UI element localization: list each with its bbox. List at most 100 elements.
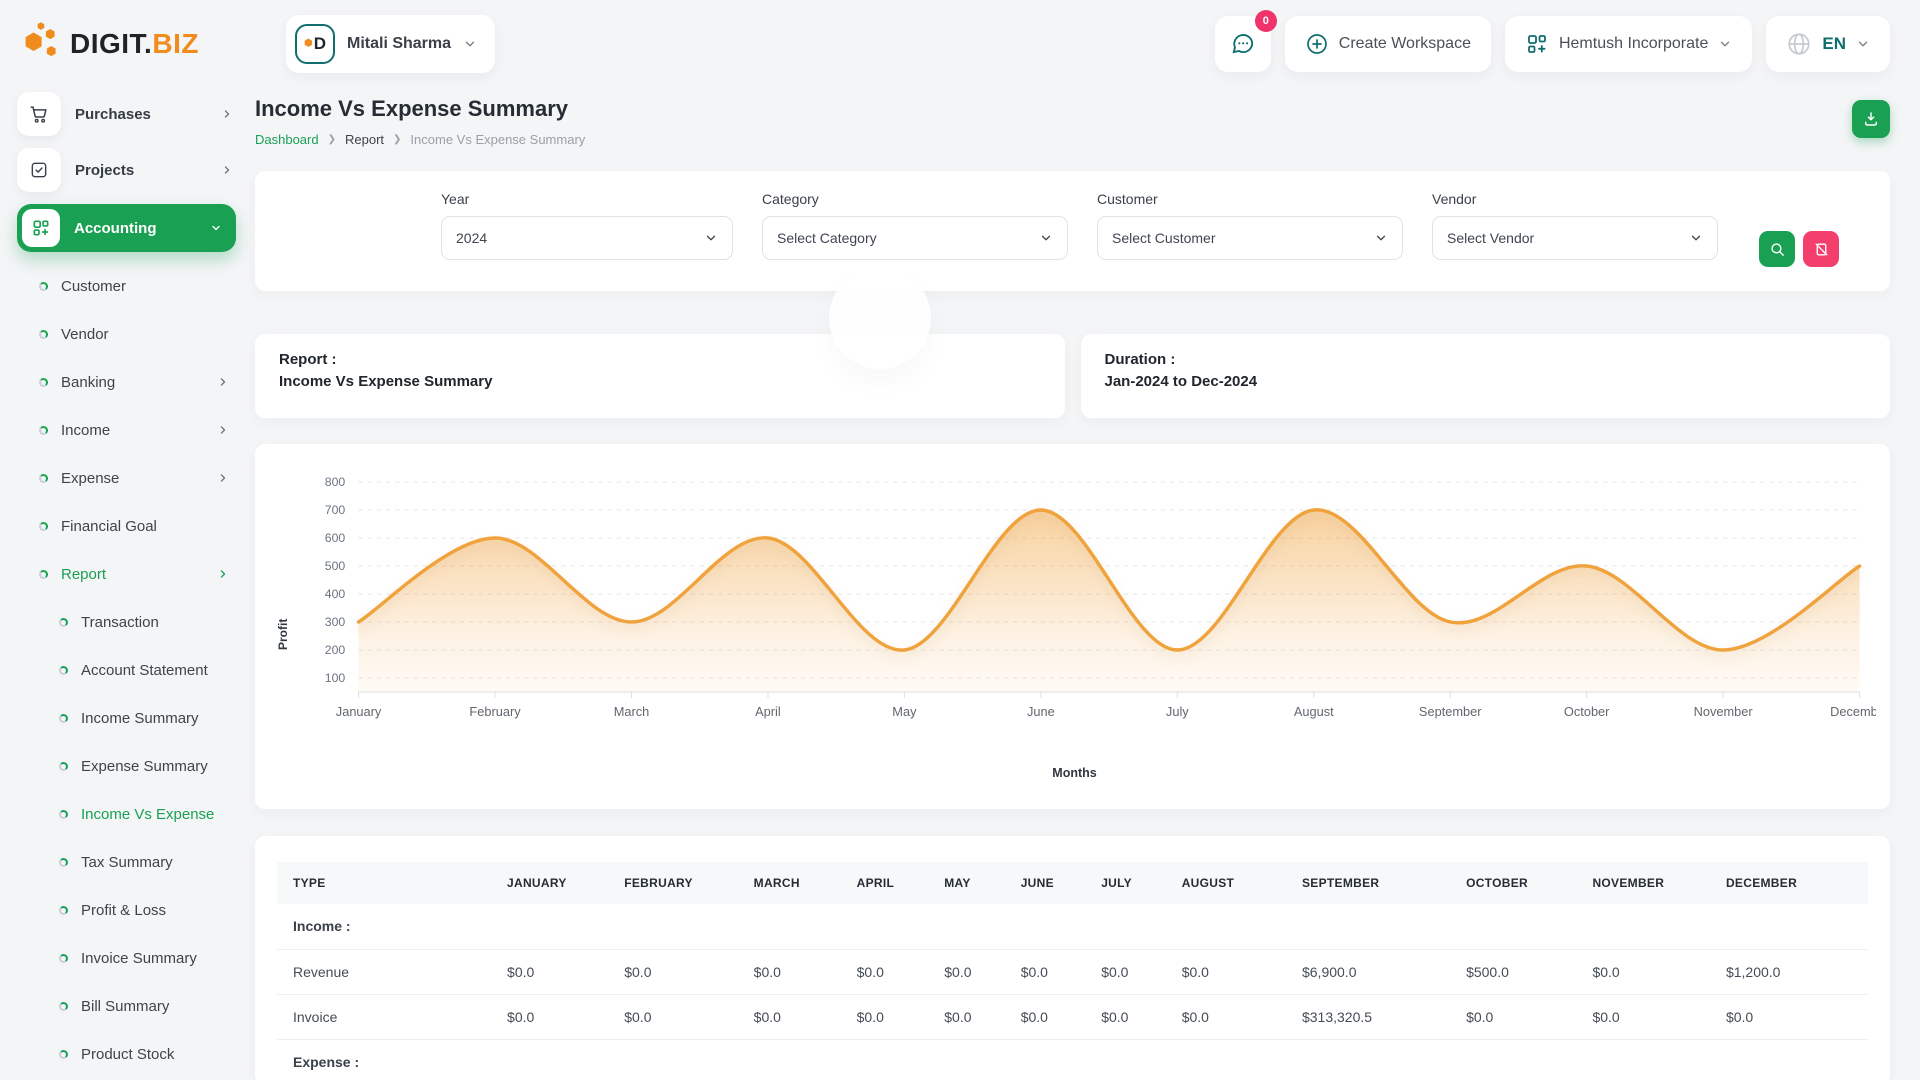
value-cell: $0.0 — [1576, 949, 1710, 994]
sidebar-item-income[interactable]: Income — [17, 406, 255, 454]
customer-filter: Customer Select Customer — [1097, 191, 1403, 260]
column-header-type: TYPE — [277, 862, 491, 904]
sidebar-item-banking[interactable]: Banking — [17, 358, 255, 406]
column-header-may: MAY — [928, 862, 1004, 904]
chevron-right-icon — [221, 108, 233, 120]
sidebar-item-expense[interactable]: Expense — [17, 454, 255, 502]
column-header-november: NOVEMBER — [1576, 862, 1710, 904]
sidebar-item-expense-summary[interactable]: Expense Summary — [17, 742, 255, 790]
value-cell: $0.0 — [608, 949, 737, 994]
report-value: Income Vs Expense Summary — [279, 373, 1041, 390]
breadcrumb-separator-icon: ❯ — [328, 134, 336, 145]
sidebar-item-income-vs-expense[interactable]: Income Vs Expense — [17, 790, 255, 838]
breadcrumb-income-vs-expense-summary: Income Vs Expense Summary — [410, 132, 585, 147]
bullet-icon — [59, 810, 68, 819]
value-cell: $6,900.0 — [1286, 949, 1450, 994]
vendor-label: Vendor — [1432, 191, 1718, 207]
value-cell: $0.0 — [1576, 994, 1710, 1039]
bullet-icon — [39, 330, 48, 339]
column-header-february: FEBRUARY — [608, 862, 737, 904]
value-cell: $0.0 — [841, 949, 929, 994]
value-cell: $0.0 — [738, 949, 841, 994]
sidebar-item-customer[interactable]: Customer — [17, 262, 255, 310]
svg-text:800: 800 — [325, 475, 346, 489]
column-header-march: MARCH — [738, 862, 841, 904]
value-cell: $0.0 — [928, 994, 1004, 1039]
user-menu[interactable]: ⬢D Mitali Sharma — [286, 15, 495, 73]
bullet-icon — [59, 1050, 68, 1059]
sidebar-item-account-statement[interactable]: Account Statement — [17, 646, 255, 694]
sidebar-item-profit-loss[interactable]: Profit & Loss — [17, 886, 255, 934]
column-header-september: SEPTEMBER — [1286, 862, 1450, 904]
workspace-grid-icon — [22, 209, 60, 247]
category-filter: Category Select Category — [762, 191, 1068, 260]
value-cell: $0.0 — [1085, 994, 1166, 1039]
value-cell: $0.0 — [491, 994, 608, 1039]
chevron-down-icon — [1374, 231, 1388, 245]
column-header-december: DECEMBER — [1710, 862, 1868, 904]
bullet-icon — [39, 282, 48, 291]
value-cell: $0.0 — [1166, 949, 1286, 994]
value-cell: $0.0 — [491, 949, 608, 994]
column-header-october: OCTOBER — [1450, 862, 1576, 904]
clear-filter-icon — [1813, 241, 1830, 258]
vendor-select[interactable]: Select Vendor — [1432, 216, 1718, 260]
sidebar-item-report[interactable]: Report — [17, 550, 255, 598]
year-select[interactable]: 2024 — [441, 216, 733, 260]
sidebar-item-tax-summary[interactable]: Tax Summary — [17, 838, 255, 886]
chevron-right-icon — [217, 568, 229, 580]
value-cell: $313,320.5 — [1286, 994, 1450, 1039]
vendor-filter: Vendor Select Vendor — [1432, 191, 1718, 260]
value-cell: $0.0 — [608, 994, 737, 1039]
chevron-down-icon — [704, 231, 718, 245]
category-label: Category — [762, 191, 1068, 207]
bullet-icon — [59, 714, 68, 723]
sidebar-item-projects[interactable]: Projects — [17, 148, 255, 192]
download-report-button[interactable] — [1852, 100, 1890, 138]
customer-select[interactable]: Select Customer — [1097, 216, 1403, 260]
breadcrumb-report: Report — [345, 132, 384, 147]
svg-text:March: March — [614, 705, 650, 719]
clear-filter-button[interactable] — [1803, 231, 1839, 267]
svg-text:400: 400 — [325, 587, 346, 601]
sidebar-item-transaction[interactable]: Transaction — [17, 598, 255, 646]
apply-filter-button[interactable] — [1759, 231, 1795, 267]
company-selector[interactable]: Hemtush Incorporate — [1505, 16, 1752, 72]
chevron-down-icon — [1689, 231, 1703, 245]
page-title: Income Vs Expense Summary — [255, 96, 585, 122]
language-selector[interactable]: EN — [1766, 16, 1890, 72]
chevron-down-icon — [463, 37, 477, 51]
svg-text:200: 200 — [325, 643, 346, 657]
chat-badge: 0 — [1255, 10, 1277, 32]
table-row-revenue: Revenue$0.0$0.0$0.0$0.0$0.0$0.0$0.0$0.0$… — [277, 949, 1868, 994]
create-workspace-button[interactable]: Create Workspace — [1285, 16, 1491, 72]
svg-text:June: June — [1027, 705, 1055, 719]
checkbox-icon — [17, 148, 61, 192]
cart-icon — [17, 92, 61, 136]
section-title: Income : — [277, 904, 1868, 949]
row-type: Invoice — [277, 994, 491, 1039]
row-type: Revenue — [277, 949, 491, 994]
year-filter: Year 2024 — [441, 191, 733, 260]
svg-text:300: 300 — [325, 615, 346, 629]
sidebar-item-invoice-summary[interactable]: Invoice Summary — [17, 934, 255, 982]
sidebar-item-income-summary[interactable]: Income Summary — [17, 694, 255, 742]
chevron-down-icon — [1039, 231, 1053, 245]
sidebar-item-purchases[interactable]: Purchases — [17, 92, 255, 136]
chevron-down-icon — [210, 222, 222, 234]
header-actions: 0 Create Workspace Hemtush Incorporate — [1215, 16, 1890, 72]
sidebar-item-product-stock[interactable]: Product Stock — [17, 1030, 255, 1078]
chat-button[interactable]: 0 — [1215, 16, 1271, 72]
sidebar-item-vendor[interactable]: Vendor — [17, 310, 255, 358]
profit-axis-label: Profit — [273, 464, 293, 764]
sidebar-item-bill-summary[interactable]: Bill Summary — [17, 982, 255, 1030]
breadcrumb-dashboard[interactable]: Dashboard — [255, 132, 319, 147]
column-header-january: JANUARY — [491, 862, 608, 904]
bullet-icon — [59, 618, 68, 627]
bullet-icon — [39, 426, 48, 435]
svg-text:November: November — [1694, 705, 1753, 719]
sidebar-item-accounting[interactable]: Accounting — [17, 204, 236, 252]
category-select[interactable]: Select Category — [762, 216, 1068, 260]
svg-text:500: 500 — [325, 559, 346, 573]
sidebar-item-financial-goal[interactable]: Financial Goal — [17, 502, 255, 550]
